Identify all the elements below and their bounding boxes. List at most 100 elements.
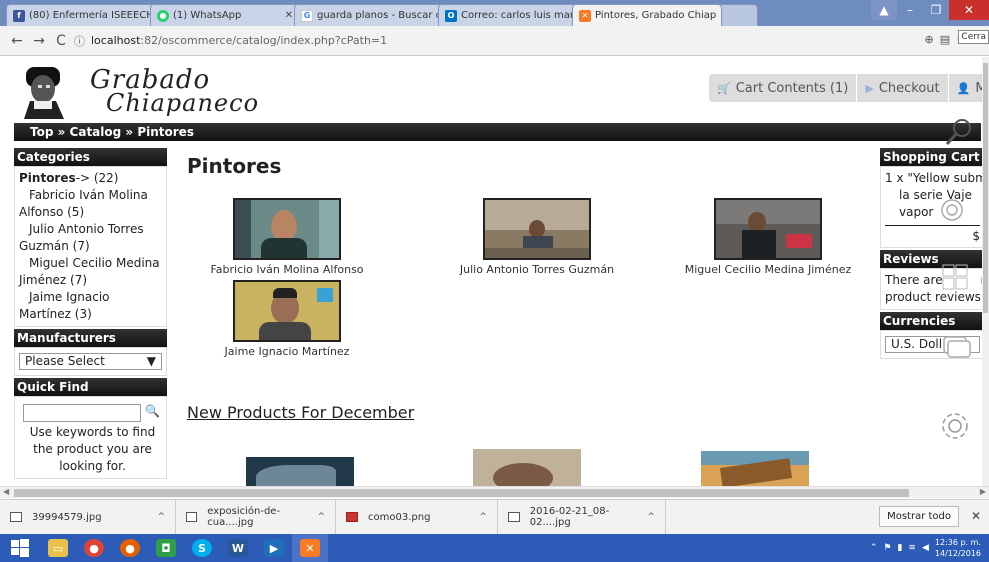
product-image[interactable] [233, 198, 341, 260]
windows-logo-icon [11, 539, 29, 557]
product-item[interactable]: Fabricio Iván Molina Alfonso [187, 198, 387, 276]
search-icon[interactable]: 🔍 [145, 403, 160, 420]
close-icon[interactable]: ✕ [971, 509, 981, 523]
clock[interactable]: 12:36 p. m. 14/12/2016 [935, 537, 981, 559]
word-icon: W [228, 539, 248, 557]
shopping-cart-box: 1 x "Yellow subm la serie Vaje vapor $ [880, 166, 985, 248]
product-image[interactable] [714, 198, 822, 260]
close-icon[interactable]: ✕ [281, 10, 293, 21]
new-product-image[interactable] [701, 451, 809, 486]
taskbar-word[interactable]: W [220, 534, 256, 562]
minimize-button[interactable]: – [897, 0, 923, 20]
zoom-icon[interactable]: ⊕ [925, 33, 934, 46]
taskbar-store[interactable]: ◘ [148, 534, 184, 562]
chevron-up-icon[interactable]: ⌃ [870, 543, 878, 553]
breadcrumb[interactable]: Top » Catalog » Pintores [14, 123, 981, 141]
wifi-icon[interactable]: ≋ [908, 543, 916, 553]
product-image[interactable] [483, 198, 591, 260]
categories-heading: Categories [14, 148, 167, 166]
cart-contents-button[interactable]: 🛒 Cart Contents (1) [709, 74, 858, 102]
skype-icon: S [192, 539, 212, 557]
reload-icon[interactable]: C [52, 33, 70, 49]
horizontal-scrollbar[interactable]: ◀ ▶ [0, 486, 989, 498]
user-icon: 👤 [956, 81, 971, 95]
checkout-button[interactable]: ▶ Checkout [857, 74, 949, 102]
chevron-up-icon[interactable]: ^ [157, 512, 165, 522]
network-icon[interactable]: ▮ [897, 543, 902, 553]
scroll-left-icon[interactable]: ◀ [3, 487, 9, 496]
product-item[interactable]: Jaime Ignacio Martínez [187, 280, 387, 358]
category-item[interactable]: Jaime Ignacio Martínez (3) [19, 289, 162, 323]
browser-tab-active[interactable]: ✕ Pintores, Grabado Chiap ✕ [572, 4, 722, 26]
download-item[interactable]: 2016-02-21_08-02....jpg ^ [498, 499, 666, 535]
back-icon[interactable]: ← [8, 33, 26, 49]
manufacturers-select[interactable]: Please Select ▼ [19, 353, 162, 370]
reviews-text-part: There are [885, 273, 943, 287]
chrome-icon: ● [84, 539, 104, 557]
url-input[interactable]: localhost:82/oscommerce/catalog/index.ph… [91, 34, 387, 47]
new-tab-button[interactable] [716, 4, 758, 26]
taskbar-media[interactable]: ▶ [256, 534, 292, 562]
chevron-up-icon[interactable]: ^ [317, 512, 325, 522]
quick-find-help: Use keywords to find the product you are… [29, 425, 156, 473]
new-products-heading[interactable]: New Products For December [187, 403, 414, 422]
scroll-right-icon[interactable]: ▶ [980, 487, 986, 496]
product-item[interactable]: Miguel Cecilio Medina Jiménez [663, 198, 873, 276]
taskbar-xampp[interactable]: ✕ [292, 534, 328, 562]
whatsapp-icon: ● [157, 9, 169, 22]
close-icon[interactable]: ✕ [716, 10, 721, 21]
translate-icon[interactable]: ▤ [940, 33, 950, 46]
chevron-up-icon[interactable]: ^ [647, 512, 655, 522]
volume-icon[interactable]: ◀ [922, 543, 929, 553]
forward-icon[interactable]: → [30, 33, 48, 49]
cart-item-line[interactable]: 1 x "Yellow subm [885, 170, 984, 187]
product-item[interactable]: Julio Antonio Torres Guzmán [437, 198, 637, 276]
browser-tab[interactable]: O Correo: carlos luis marro ✕ [438, 4, 578, 26]
browser-tab[interactable]: G guarda planos - Buscar c ✕ [294, 4, 444, 26]
download-filename: 2016-02-21_08-02....jpg [529, 506, 610, 528]
chevron-up-icon[interactable]: ^ [479, 512, 487, 522]
touch-icon [941, 199, 963, 221]
category-item[interactable]: Fabricio Iván Molina Alfonso (5) [19, 187, 162, 221]
taskbar-firefox[interactable]: ● [112, 534, 148, 562]
product-name[interactable]: Fabricio Iván Molina Alfonso [187, 263, 387, 276]
window-close-button[interactable]: ✕ [949, 0, 989, 20]
site-logo[interactable]: Grabado Chiapaneco [18, 63, 258, 119]
taskbar-file-explorer[interactable]: ▭ [40, 534, 76, 562]
info-icon[interactable]: ⓘ [74, 33, 85, 49]
category-item[interactable]: Miguel Cecilio Medina Jiménez (7) [19, 255, 162, 289]
download-item[interactable]: 39994579.jpg ^ [0, 499, 176, 535]
magnifier-icon[interactable] [944, 117, 974, 149]
firefox-icon: ● [120, 539, 140, 557]
xampp-icon: ✕ [300, 539, 320, 557]
google-icon: G [301, 9, 313, 22]
taskbar-chrome[interactable]: ● [76, 534, 112, 562]
browser-tab[interactable]: f (80) Enfermería ISEEECH ✕ [6, 4, 156, 26]
address-bar-row: ← → C ⓘ localhost:82/oscommerce/catalog/… [0, 26, 989, 56]
product-name[interactable]: Miguel Cecilio Medina Jiménez [663, 263, 873, 276]
start-button[interactable] [0, 534, 40, 562]
product-name[interactable]: Julio Antonio Torres Guzmán [437, 263, 637, 276]
category-item-label: Julio Antonio Torres [29, 222, 144, 236]
new-product-image[interactable] [473, 449, 581, 486]
download-item[interactable]: como03.png ^ [336, 499, 498, 535]
vertical-scrollbar[interactable] [982, 57, 989, 488]
shopping-cart-heading[interactable]: Shopping Cart [880, 148, 985, 166]
product-name[interactable]: Jaime Ignacio Martínez [187, 345, 387, 358]
product-image[interactable] [233, 280, 341, 342]
taskbar-skype[interactable]: S [184, 534, 220, 562]
scrollbar-thumb[interactable] [14, 489, 909, 497]
user-icon[interactable]: ▲ [871, 0, 897, 20]
download-item[interactable]: exposición-de-cua....jpg ^ [176, 499, 336, 535]
category-current[interactable]: Pintores-> (22) [19, 170, 162, 187]
windows-icon [942, 264, 968, 290]
flag-icon[interactable]: ⚑ [883, 543, 891, 553]
maximize-button[interactable]: ❐ [923, 0, 949, 20]
browser-tab[interactable]: ● (1) WhatsApp ✕ [150, 4, 300, 26]
new-product-image[interactable] [246, 457, 354, 486]
scrollbar-thumb[interactable] [983, 63, 988, 313]
currencies-heading: Currencies [880, 312, 985, 330]
category-item[interactable]: Julio Antonio Torres Guzmán (7) [19, 221, 162, 255]
show-all-downloads-button[interactable]: Mostrar todo [879, 506, 959, 527]
quick-find-input[interactable] [23, 404, 141, 422]
